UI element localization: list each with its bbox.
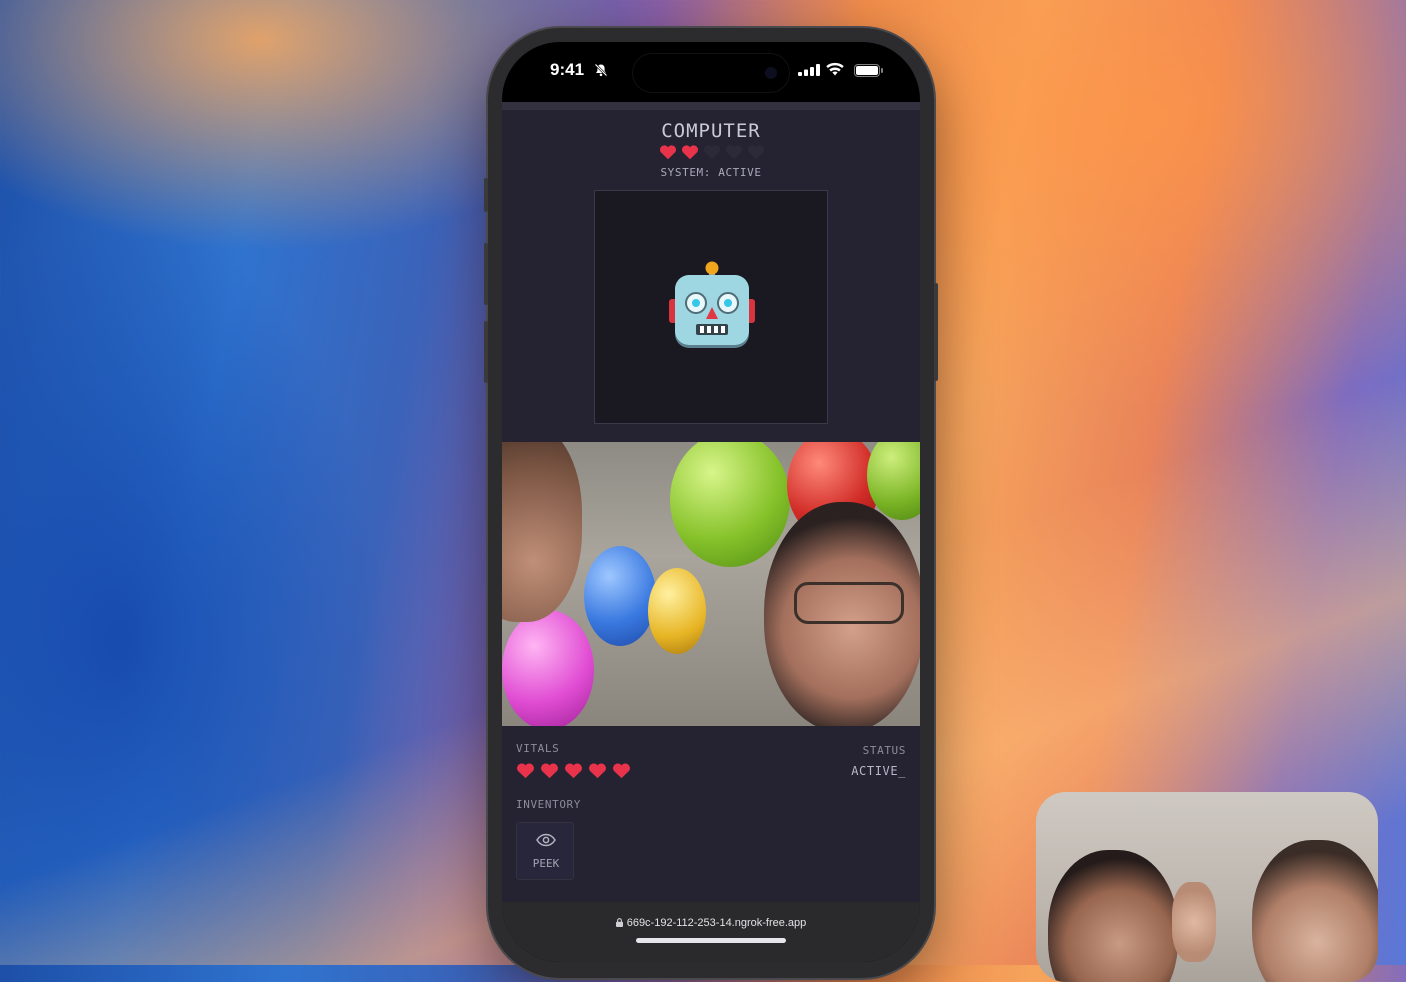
balloon-yellow bbox=[648, 568, 706, 654]
browser-address-bar[interactable]: 669c-192-112-253-14.ngrok-free.app bbox=[502, 902, 920, 962]
heart-empty-icon bbox=[703, 145, 721, 160]
person-right-glasses bbox=[794, 582, 904, 624]
pip-hand bbox=[1172, 882, 1216, 962]
heart-filled-icon bbox=[565, 763, 582, 779]
opponent-name: COMPUTER bbox=[661, 120, 761, 142]
dynamic-island bbox=[633, 54, 789, 92]
heart-empty-icon bbox=[725, 145, 743, 160]
pip-person-right bbox=[1252, 840, 1378, 982]
signal-icon bbox=[798, 64, 820, 76]
url-text: 669c-192-112-253-14.ngrok-free.app bbox=[626, 917, 807, 929]
status-value: ACTIVE_ bbox=[851, 764, 906, 778]
wifi-icon bbox=[826, 62, 844, 76]
status-bar: 9:41 bbox=[502, 42, 920, 104]
balloon-pink bbox=[502, 610, 594, 726]
url-display[interactable]: 669c-192-112-253-14.ngrok-free.app bbox=[502, 917, 920, 929]
robot-face-icon bbox=[669, 261, 755, 348]
balloon-green bbox=[670, 442, 790, 567]
app-top-strip bbox=[502, 102, 920, 110]
heart-filled-icon bbox=[681, 145, 699, 160]
inventory-label: INVENTORY bbox=[516, 798, 582, 811]
side-button bbox=[934, 283, 938, 381]
iphone-frame: 9:41 COMPUTER SYSTEM: ACTIVE VITALS STAT… bbox=[484, 28, 938, 978]
home-indicator[interactable] bbox=[636, 938, 786, 943]
game-app: COMPUTER SYSTEM: ACTIVE VITALS STATUS AC… bbox=[502, 102, 920, 902]
heart-filled-icon bbox=[659, 145, 677, 160]
live-camera-feed bbox=[502, 442, 920, 726]
lock-icon bbox=[615, 918, 623, 927]
front-camera bbox=[765, 67, 777, 79]
bell-slash-icon bbox=[594, 63, 608, 77]
balloon-blue bbox=[584, 546, 656, 646]
heart-filled-icon bbox=[541, 763, 558, 779]
eye-icon bbox=[536, 833, 556, 847]
phone-screen: 9:41 COMPUTER SYSTEM: ACTIVE VITALS STAT… bbox=[502, 42, 920, 962]
heart-empty-icon bbox=[747, 145, 765, 160]
heart-filled-icon bbox=[613, 763, 630, 779]
volume-down-button bbox=[484, 321, 488, 383]
status-label: STATUS bbox=[862, 744, 906, 757]
heart-filled-icon bbox=[517, 763, 534, 779]
facetime-pip-video[interactable] bbox=[1036, 792, 1378, 982]
vitals-label: VITALS bbox=[516, 742, 560, 755]
volume-up-button bbox=[484, 243, 488, 305]
pip-person-left bbox=[1048, 850, 1178, 982]
player-hearts bbox=[516, 762, 631, 779]
system-status: SYSTEM: ACTIVE bbox=[660, 166, 762, 179]
status-time: 9:41 bbox=[550, 60, 585, 79]
balloon-green-2 bbox=[867, 442, 920, 520]
peek-label: PEEK bbox=[532, 857, 560, 870]
heart-filled-icon bbox=[589, 763, 606, 779]
battery-icon bbox=[854, 64, 883, 77]
action-button bbox=[484, 178, 488, 212]
peek-button[interactable]: PEEK bbox=[516, 822, 574, 880]
person-left bbox=[502, 442, 582, 622]
opponent-hearts bbox=[659, 144, 765, 160]
opponent-avatar-panel bbox=[594, 190, 828, 424]
